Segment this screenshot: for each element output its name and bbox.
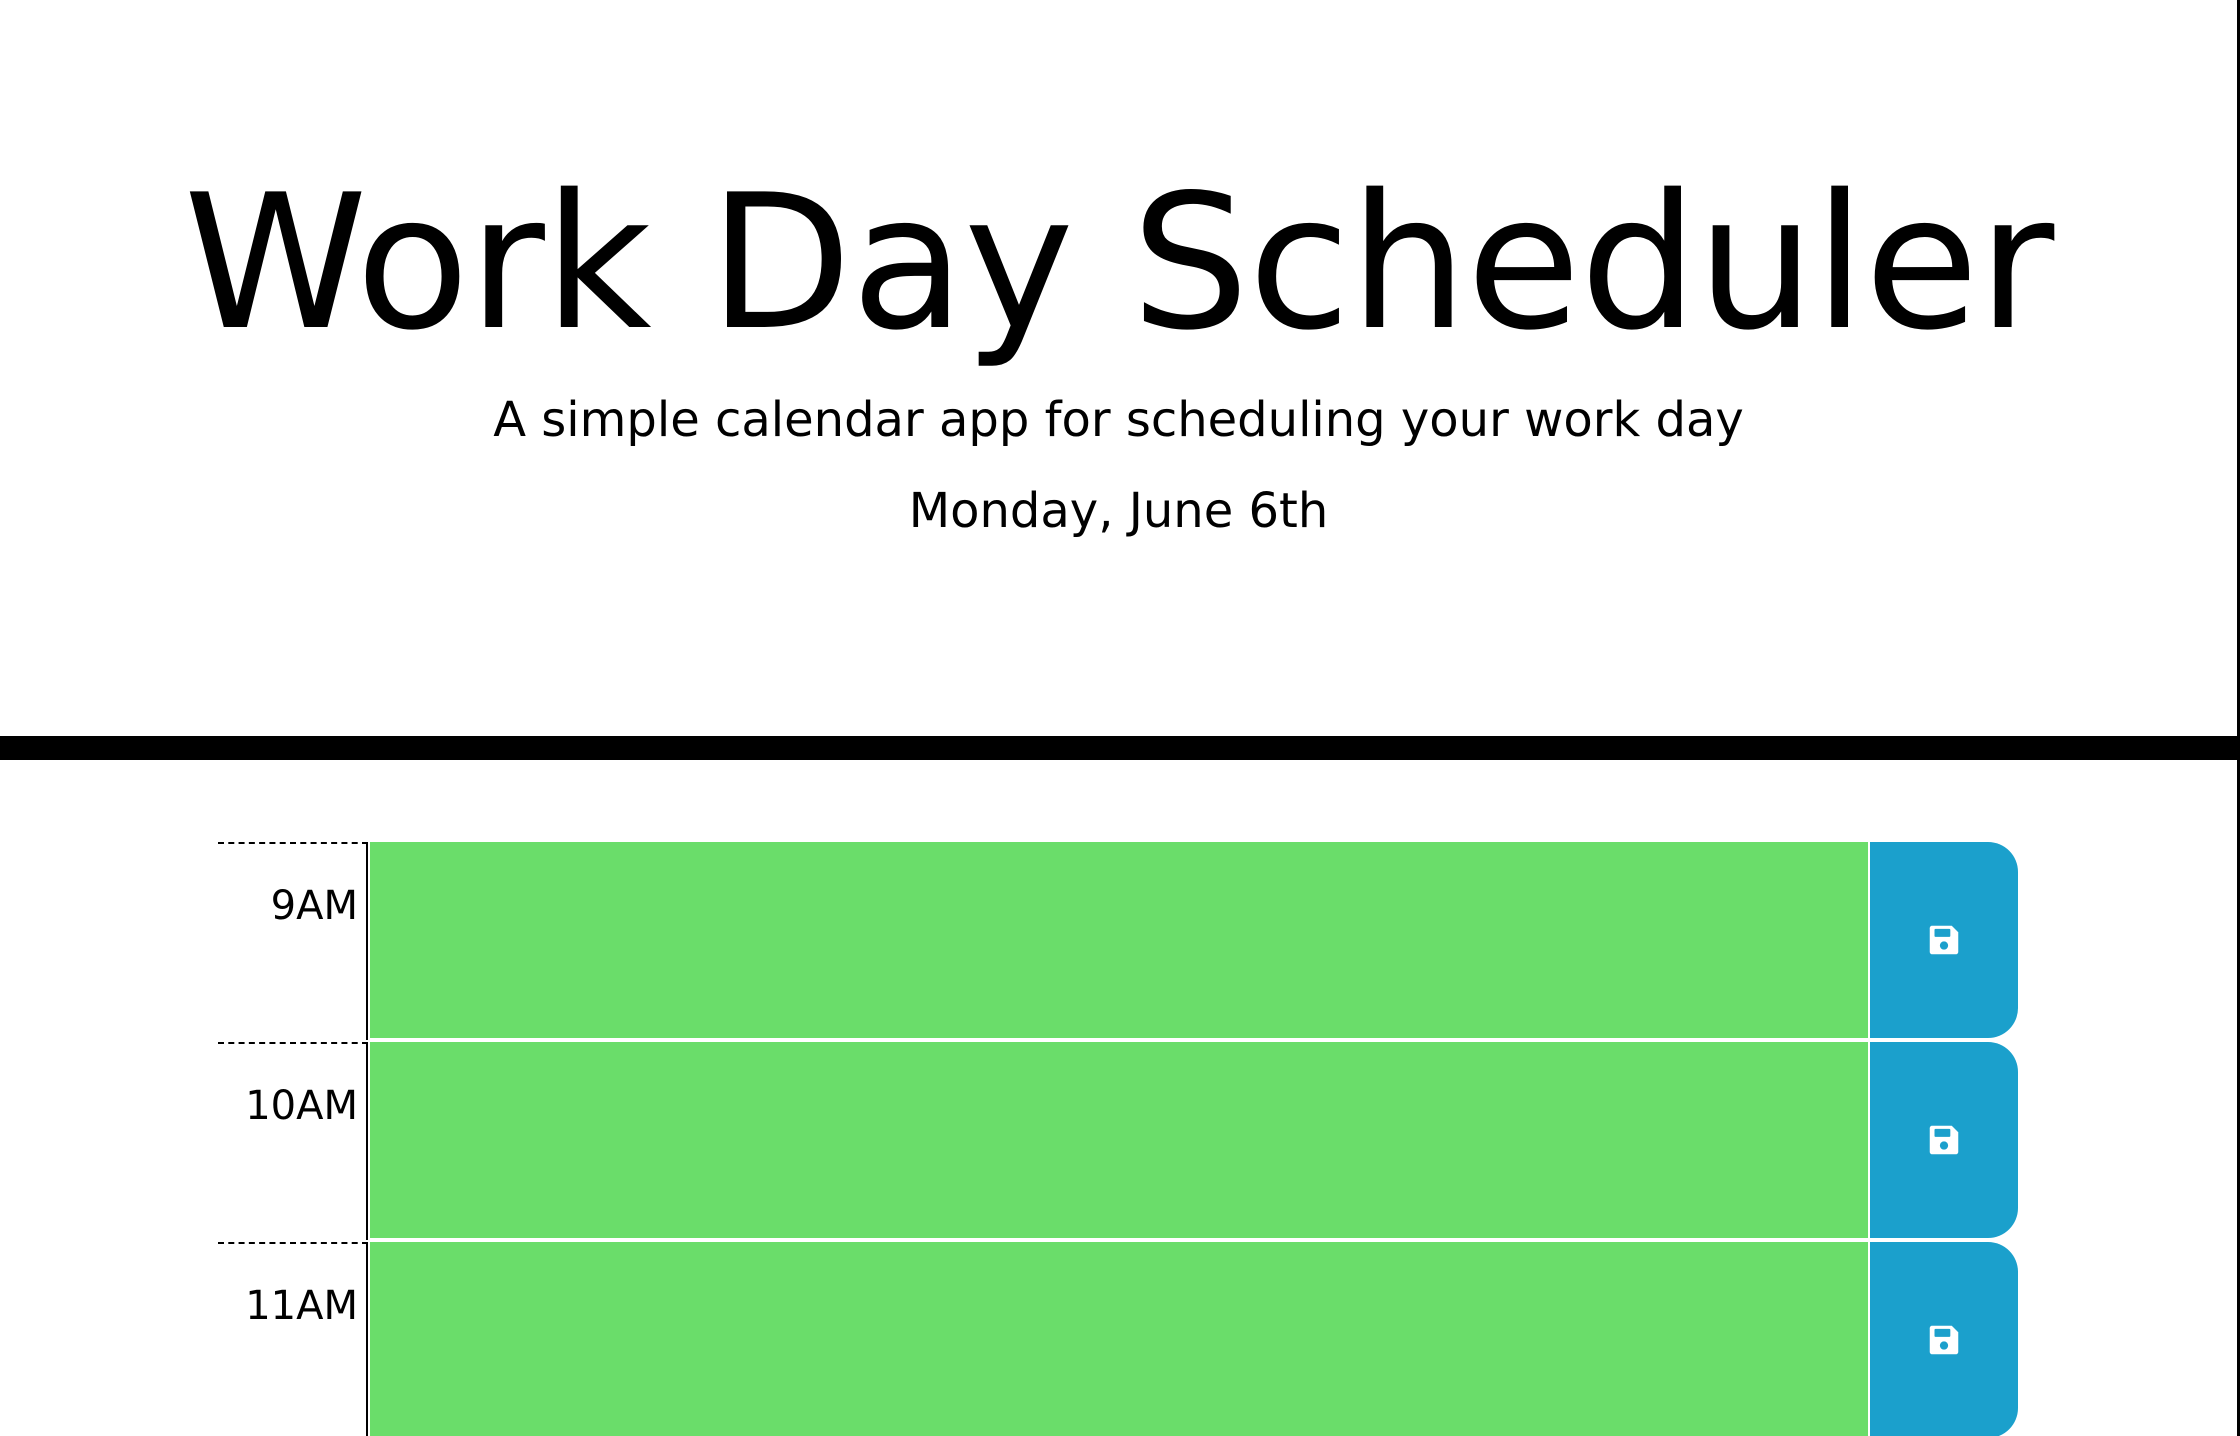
save-button[interactable] [1870, 842, 2018, 1038]
floppy-disk-icon [1929, 925, 1959, 955]
page-subtitle: A simple calendar app for scheduling you… [493, 392, 1744, 448]
hour-label-box: 10AM [218, 1042, 368, 1240]
time-block-9am: 9AM [218, 842, 2018, 1042]
hour-label: 9AM [270, 883, 358, 929]
save-button[interactable] [1870, 1042, 2018, 1238]
time-block-10am: 10AM [218, 1042, 2018, 1242]
hour-label: 11AM [245, 1283, 358, 1329]
page: Work Day Scheduler A simple calendar app… [0, 0, 2240, 1436]
hour-label: 10AM [245, 1083, 358, 1129]
hour-label-box: 9AM [218, 842, 368, 1040]
page-header: Work Day Scheduler A simple calendar app… [0, 0, 2237, 736]
page-title: Work Day Scheduler [183, 154, 2055, 371]
floppy-disk-icon [1929, 1125, 1959, 1155]
time-block-11am: 11AM [218, 1242, 2018, 1436]
hour-label-box: 11AM [218, 1242, 368, 1436]
event-description-input[interactable] [370, 1042, 1868, 1240]
header-divider [0, 736, 2240, 760]
current-day: Monday, June 6th [908, 483, 1329, 539]
time-block-list: 9AM 10AM 11AM [218, 842, 2018, 1436]
event-description-input[interactable] [370, 842, 1868, 1040]
event-description-input[interactable] [370, 1242, 1868, 1436]
floppy-disk-icon [1929, 1325, 1959, 1355]
save-button[interactable] [1870, 1242, 2018, 1436]
